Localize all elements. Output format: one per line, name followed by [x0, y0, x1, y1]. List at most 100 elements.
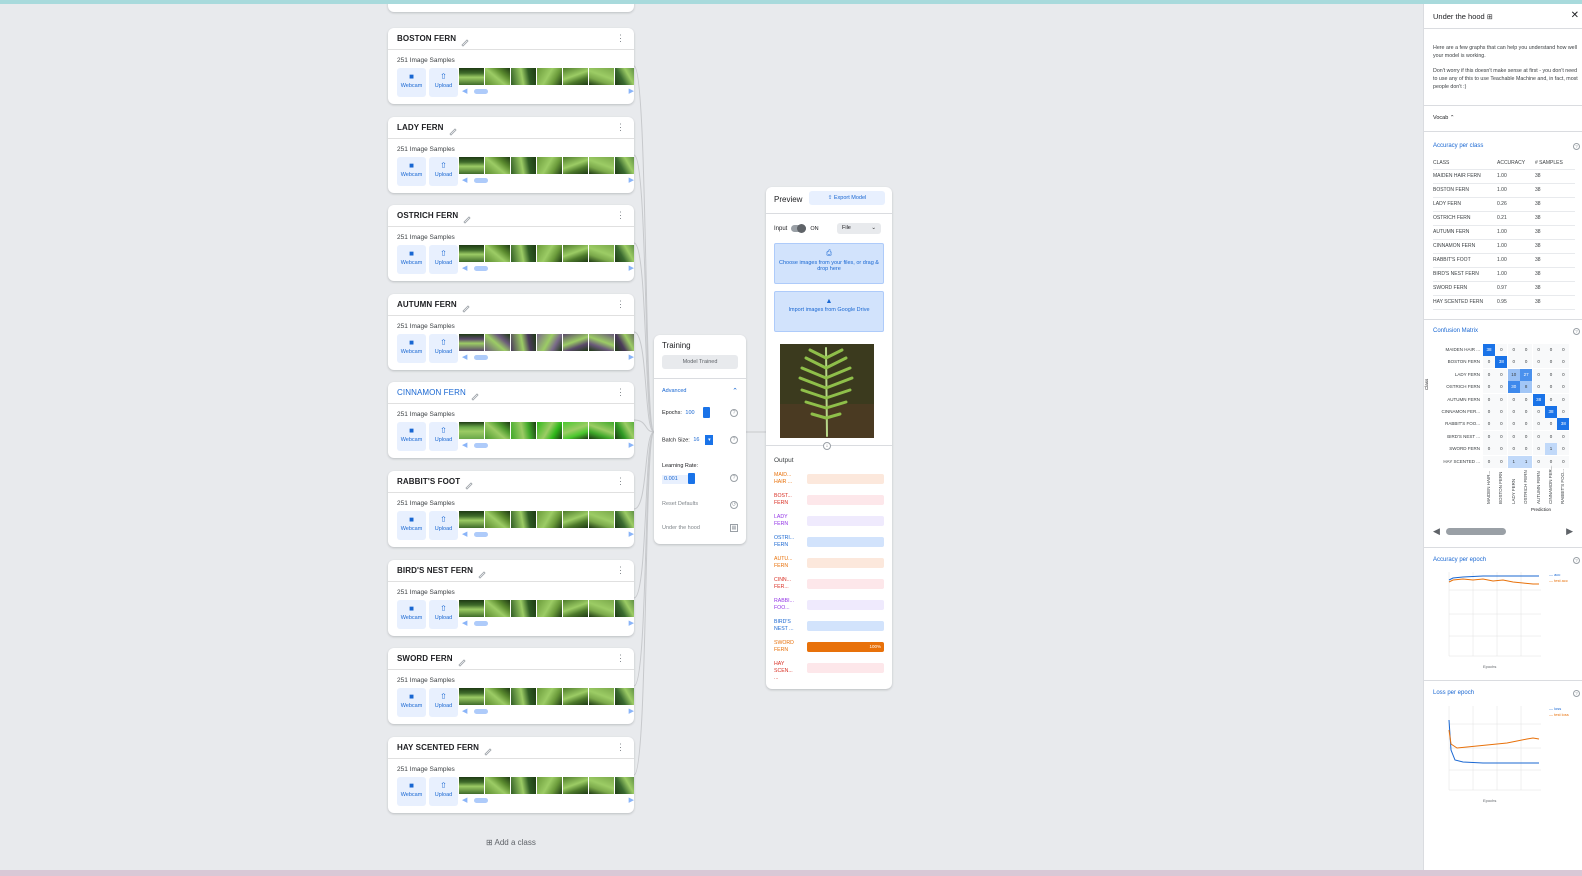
help-icon[interactable]: ?: [730, 474, 738, 482]
sample-thumbnail[interactable]: [589, 422, 614, 439]
learning-rate-stepper[interactable]: [688, 473, 695, 484]
close-icon[interactable]: ✕: [1571, 10, 1579, 21]
class-name[interactable]: BOSTON FERN: [397, 34, 456, 43]
more-options-icon[interactable]: ⋮: [616, 300, 625, 309]
sample-thumbnail[interactable]: [537, 245, 562, 262]
help-icon[interactable]: ?: [1573, 690, 1580, 697]
webcam-button[interactable]: ■ Webcam: [397, 157, 426, 186]
class-name[interactable]: SWORD FERN: [397, 654, 453, 663]
sample-thumbnail[interactable]: [459, 600, 484, 617]
sample-thumbnail[interactable]: [563, 511, 588, 528]
upload-button[interactable]: ⇧ Upload: [429, 334, 458, 363]
thumbnail-scrollbar[interactable]: ◀ ▶: [459, 177, 634, 184]
help-icon[interactable]: ?: [730, 409, 738, 417]
webcam-button[interactable]: ■ Webcam: [397, 511, 426, 540]
sample-thumbnail[interactable]: [615, 777, 634, 794]
sample-thumbnail[interactable]: [615, 511, 634, 528]
more-options-icon[interactable]: ⋮: [616, 34, 625, 43]
class-name[interactable]: LADY FERN: [397, 123, 444, 132]
sample-thumbnail[interactable]: [537, 422, 562, 439]
class-name[interactable]: AUTUMN FERN: [397, 300, 457, 309]
edit-pencil-icon[interactable]: [461, 300, 471, 313]
sample-thumbnail[interactable]: [563, 245, 588, 262]
sample-thumbnail[interactable]: [537, 777, 562, 794]
sample-thumbnail[interactable]: [459, 422, 484, 439]
sample-thumbnail[interactable]: [485, 688, 510, 705]
upload-button[interactable]: ⇧ Upload: [429, 777, 458, 806]
sample-thumbnail[interactable]: [563, 157, 588, 174]
upload-button[interactable]: ⇧ Upload: [429, 511, 458, 540]
sample-thumbnail[interactable]: [589, 245, 614, 262]
webcam-button[interactable]: ■ Webcam: [397, 600, 426, 629]
sample-thumbnail[interactable]: [589, 688, 614, 705]
file-dropzone[interactable]: ⎙ Choose images from your files, or drag…: [774, 243, 884, 284]
webcam-button[interactable]: ■ Webcam: [397, 688, 426, 717]
sample-thumbnail[interactable]: [511, 157, 536, 174]
sample-thumbnails[interactable]: [459, 600, 634, 617]
export-model-button[interactable]: ⇪ Export Model: [809, 191, 885, 205]
more-options-icon[interactable]: ⋮: [616, 123, 625, 132]
sample-thumbnail[interactable]: [459, 68, 484, 85]
sample-thumbnail[interactable]: [537, 68, 562, 85]
class-name[interactable]: HAY SCENTED FERN: [397, 743, 479, 752]
input-toggle[interactable]: [791, 224, 807, 233]
source-select[interactable]: File ⌄: [837, 223, 881, 234]
sample-thumbnail[interactable]: [459, 511, 484, 528]
sample-thumbnail[interactable]: [485, 422, 510, 439]
cm-horizontal-scrollbar[interactable]: ◀ ▶: [1433, 526, 1573, 536]
upload-button[interactable]: ⇧ Upload: [429, 68, 458, 97]
sample-thumbnail[interactable]: [537, 600, 562, 617]
sample-thumbnail[interactable]: [563, 334, 588, 351]
edit-pencil-icon[interactable]: [457, 654, 467, 667]
thumbnail-scrollbar[interactable]: ◀ ▶: [459, 88, 634, 95]
sample-thumbnail[interactable]: [615, 68, 634, 85]
sample-thumbnail[interactable]: [563, 68, 588, 85]
sample-thumbnail[interactable]: [537, 334, 562, 351]
sample-thumbnail[interactable]: [589, 600, 614, 617]
vocab-toggle[interactable]: Vocab ⌃: [1433, 115, 1454, 121]
more-options-icon[interactable]: ⋮: [616, 743, 625, 752]
more-options-icon[interactable]: ⋮: [616, 477, 625, 486]
upload-button[interactable]: ⇧ Upload: [429, 157, 458, 186]
sample-thumbnails[interactable]: [459, 334, 634, 351]
sample-thumbnail[interactable]: [563, 422, 588, 439]
sample-thumbnail[interactable]: [459, 157, 484, 174]
sample-thumbnail[interactable]: [485, 68, 510, 85]
edit-pencil-icon[interactable]: [470, 388, 480, 401]
sample-thumbnail[interactable]: [459, 688, 484, 705]
reset-defaults-button[interactable]: Reset Defaults: [662, 501, 698, 507]
sample-thumbnail[interactable]: [589, 511, 614, 528]
sample-thumbnails[interactable]: [459, 157, 634, 174]
expand-icon[interactable]: ↓: [823, 442, 831, 450]
sample-thumbnails[interactable]: [459, 511, 634, 528]
upload-button[interactable]: ⇧ Upload: [429, 245, 458, 274]
webcam-button[interactable]: ■ Webcam: [397, 245, 426, 274]
sample-thumbnail[interactable]: [563, 688, 588, 705]
help-icon[interactable]: ?: [730, 436, 738, 444]
class-name[interactable]: CINNAMON FERN: [397, 388, 466, 397]
thumbnail-scrollbar[interactable]: ◀ ▶: [459, 708, 634, 715]
thumbnail-scrollbar[interactable]: ◀ ▶: [459, 442, 634, 449]
edit-pencil-icon[interactable]: [448, 123, 458, 136]
sample-thumbnail[interactable]: [615, 157, 634, 174]
sample-thumbnail[interactable]: [485, 511, 510, 528]
sample-thumbnail[interactable]: [537, 157, 562, 174]
edit-pencil-icon[interactable]: [483, 743, 493, 756]
dropdown-arrow-icon[interactable]: ▾: [705, 435, 714, 445]
sample-thumbnail[interactable]: [537, 511, 562, 528]
thumbnail-scrollbar[interactable]: ◀ ▶: [459, 797, 634, 804]
epochs-input[interactable]: 100: [683, 409, 703, 418]
epochs-stepper[interactable]: [703, 407, 711, 418]
webcam-button[interactable]: ■ Webcam: [397, 422, 426, 451]
sample-thumbnail[interactable]: [563, 600, 588, 617]
sample-thumbnail[interactable]: [615, 600, 634, 617]
help-icon[interactable]: ?: [1573, 143, 1580, 150]
webcam-button[interactable]: ■ Webcam: [397, 334, 426, 363]
advanced-toggle[interactable]: Advanced: [662, 388, 686, 394]
sample-thumbnail[interactable]: [615, 245, 634, 262]
class-name[interactable]: RABBIT'S FOOT: [397, 477, 460, 486]
sample-thumbnails[interactable]: [459, 245, 634, 262]
sample-thumbnail[interactable]: [511, 600, 536, 617]
help-icon[interactable]: ?: [1573, 557, 1580, 564]
thumbnail-scrollbar[interactable]: ◀ ▶: [459, 620, 634, 627]
